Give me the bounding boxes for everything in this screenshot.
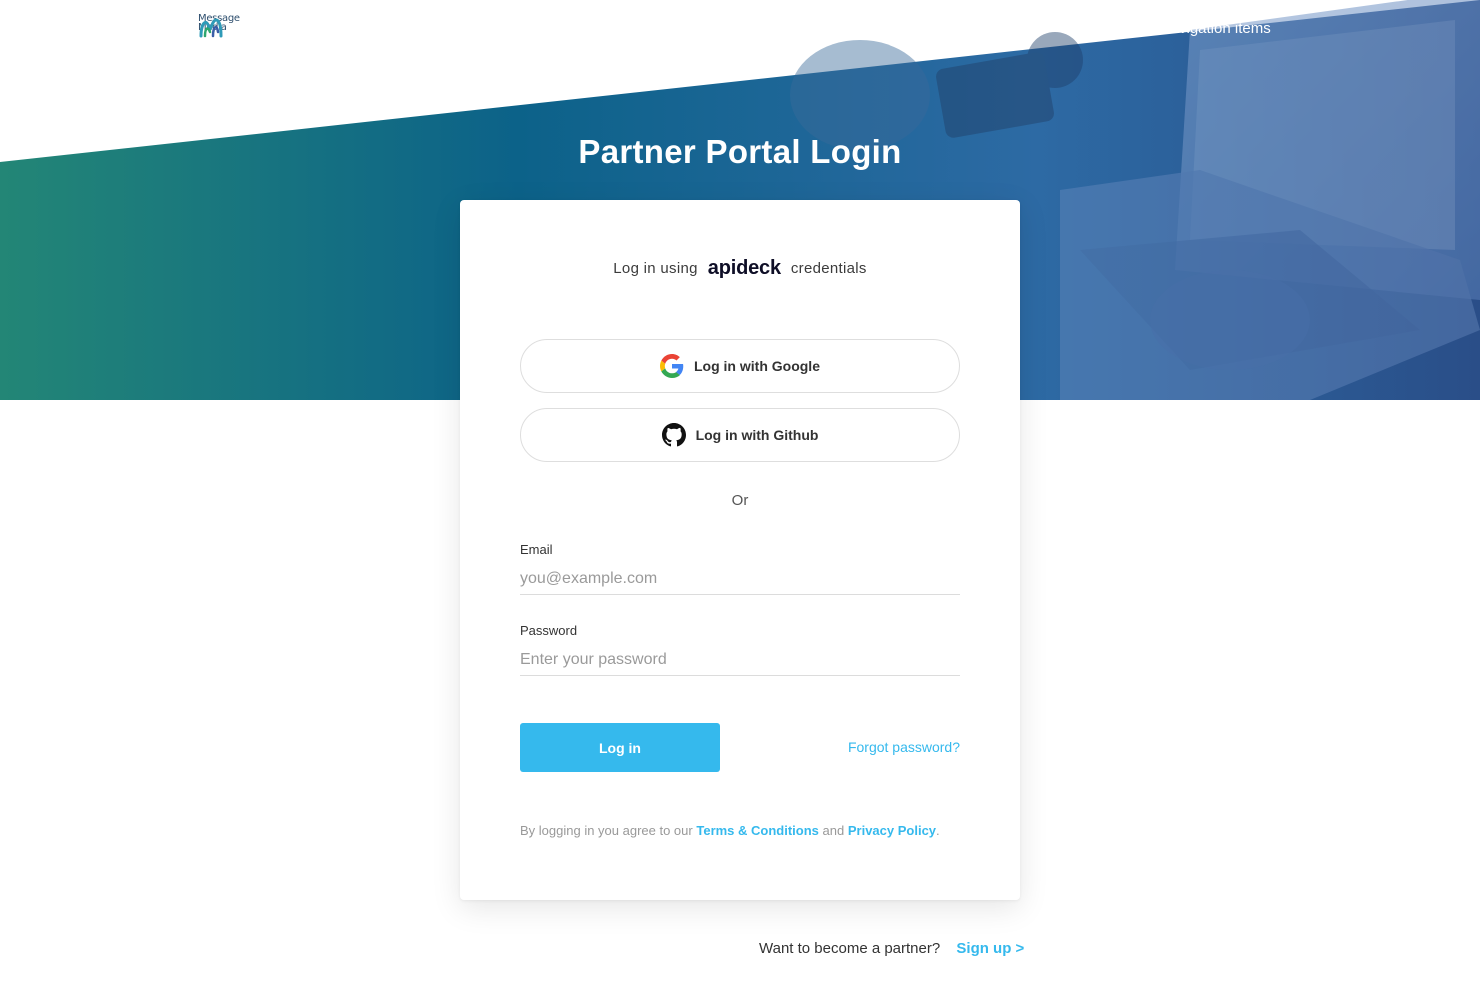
password-label: Password [520, 623, 578, 638]
messagemedia-logo-icon [199, 18, 223, 38]
or-divider: Or [731, 492, 749, 509]
login-button[interactable]: Log in [520, 723, 720, 772]
terms-link[interactable]: Terms & Conditions [696, 823, 819, 838]
add-navigation-link[interactable]: + Add your navigation items [1086, 20, 1271, 37]
login-intro: Log in using apideck credentials [460, 257, 1020, 280]
github-login-button[interactable]: Log in with Github [520, 408, 960, 462]
legal-and: and [822, 823, 845, 838]
google-login-label: Log in with Google [694, 358, 820, 374]
signup-prompt-text: Want to become a partner? [759, 940, 941, 957]
intro-prefix: Log in using [613, 260, 698, 277]
privacy-link[interactable]: Privacy Policy [848, 823, 936, 838]
apideck-logo: apideck [707, 257, 781, 279]
brand-logo[interactable]: Message Media [198, 14, 240, 38]
github-login-label: Log in with Github [695, 427, 819, 443]
google-login-button[interactable]: Log in with Google [520, 339, 960, 393]
github-icon [661, 423, 686, 447]
google-icon [660, 354, 684, 378]
forgot-password-link[interactable]: Forgot password? [848, 739, 960, 755]
signup-prompt: Want to become a partner? Sign up > [759, 940, 1024, 957]
email-label: Email [520, 542, 553, 557]
page-title: Partner Portal Login [578, 133, 902, 170]
email-field[interactable] [520, 564, 960, 595]
intro-suffix: credentials [790, 260, 867, 277]
password-field[interactable] [520, 645, 960, 676]
legal-suffix: . [936, 823, 940, 838]
legal-notice: By logging in you agree to our Terms & C… [520, 823, 940, 838]
login-card: Log in using apideck credentials Log in … [460, 200, 1020, 900]
legal-prefix: By logging in you agree to our [520, 823, 693, 838]
signup-link[interactable]: Sign up > [956, 940, 1024, 957]
